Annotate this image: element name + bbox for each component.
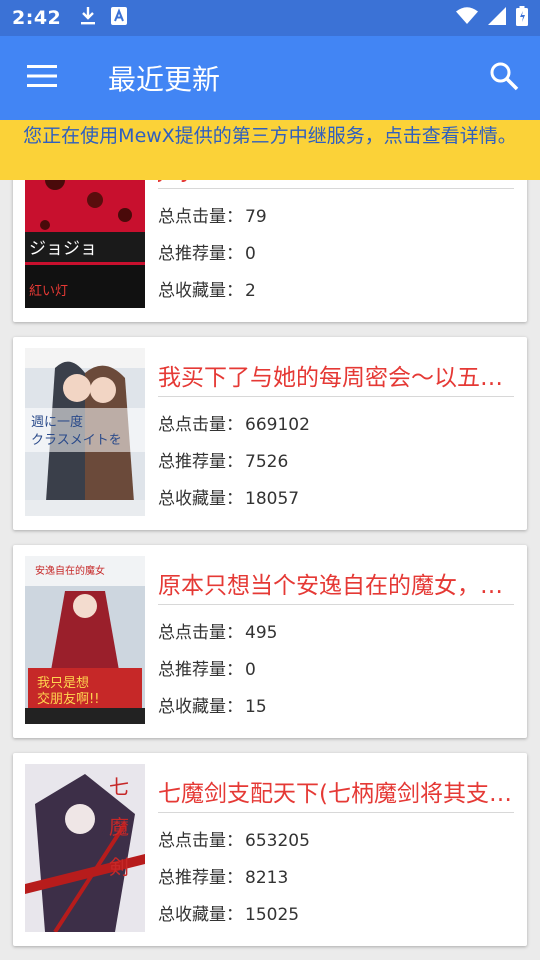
book-cover: 安逸自在的魔女 我只是想 交朋友啊!! <box>25 556 145 724</box>
favorite-count-label: 总收藏量： <box>158 489 243 509</box>
recommend-count: 总推荐量： 0 <box>158 239 256 264</box>
book-list[interactable]: ジョジョ 紅い灯 JOJO奇妙冒险 第五部 黄金之风 恶徒之歌 总点击量：79 … <box>0 120 540 960</box>
favorite-count-value: 15025 <box>245 905 300 925</box>
menu-icon <box>27 65 57 91</box>
recommend-count-label: 总推荐量： <box>158 244 243 264</box>
favorite-count: 总收藏量： 15025 <box>158 900 299 925</box>
book-card[interactable]: 週に一度 クラスメイトを 我买下了与她的每周密会～以五千日元为代价 总点击量：6… <box>13 337 527 530</box>
click-count-value: 653205 <box>245 831 310 851</box>
recommend-count-value: 0 <box>245 244 256 264</box>
svg-text:交朋友啊!!: 交朋友啊!! <box>37 691 99 707</box>
book-title[interactable]: 我买下了与她的每周密会～以五千日元为代价 <box>158 361 514 397</box>
recommend-count: 总推荐量： 0 <box>158 655 256 680</box>
recommend-count-value: 8213 <box>245 868 289 888</box>
book-title[interactable]: 原本只想当个安逸自在的魔女，结果却成了最强 <box>158 569 514 605</box>
click-count-value: 495 <box>245 623 278 643</box>
favorite-count: 总收藏量： 18057 <box>158 484 299 509</box>
recommend-count-label: 总推荐量： <box>158 452 243 472</box>
download-icon <box>79 6 97 30</box>
click-count-label: 总点击量： <box>158 415 243 435</box>
status-time: 2:42 <box>12 7 62 29</box>
favorite-count-label: 总收藏量： <box>158 697 243 717</box>
book-card[interactable]: 七 魔 剣 七魔剑支配天下(七柄魔剑将其支配) 总点击量： 653205 总推荐量… <box>13 753 527 946</box>
svg-text:我只是想: 我只是想 <box>37 675 89 691</box>
book-card[interactable]: 安逸自在的魔女 我只是想 交朋友啊!! 原本只想当个安逸自在的魔女，结果却成了最… <box>13 545 527 738</box>
click-count: 总点击量： 669102 <box>158 410 310 435</box>
book-title[interactable]: 七魔剑支配天下(七柄魔剑将其支配) <box>158 777 514 813</box>
favorite-count-value: 18057 <box>245 489 300 509</box>
click-count: 总点击量： 79 <box>158 202 267 227</box>
recommend-count-label: 总推荐量： <box>158 868 243 888</box>
favorite-count-label: 总收藏量： <box>158 905 243 925</box>
status-bar: 2:42 <box>0 0 540 36</box>
signal-icon <box>488 7 506 29</box>
wifi-icon <box>456 7 478 29</box>
svg-text:剣: 剣 <box>109 855 129 879</box>
favorite-count: 总收藏量： 15 <box>158 692 267 717</box>
click-count: 总点击量： 495 <box>158 618 277 643</box>
svg-text:七: 七 <box>109 775 129 799</box>
svg-text:週に一度: 週に一度 <box>31 414 83 430</box>
click-count-value: 669102 <box>245 415 310 435</box>
app-bar: 最近更新 <box>0 36 540 120</box>
favorite-count-value: 2 <box>245 281 256 301</box>
favorite-count-value: 15 <box>245 697 267 717</box>
book-cover: 週に一度 クラスメイトを <box>25 348 145 516</box>
favorite-count: 总收藏量： 2 <box>158 276 256 301</box>
click-count-label: 总点击量： <box>158 207 243 227</box>
recommend-count-label: 总推荐量： <box>158 660 243 680</box>
book-cover: 七 魔 剣 <box>25 764 145 932</box>
menu-button[interactable] <box>0 36 84 120</box>
search-button[interactable] <box>468 36 540 120</box>
recommend-count: 总推荐量： 8213 <box>158 863 288 888</box>
sim-card-icon <box>111 7 128 29</box>
svg-text:魔: 魔 <box>109 815 129 839</box>
search-icon <box>489 61 519 95</box>
click-count-label: 总点击量： <box>158 831 243 851</box>
recommend-count-value: 7526 <box>245 452 289 472</box>
click-count: 总点击量： 653205 <box>158 826 310 851</box>
svg-text:安逸自在的魔女: 安逸自在的魔女 <box>35 564 105 577</box>
click-count-label: 总点击量： <box>158 623 243 643</box>
battery-icon <box>516 6 528 30</box>
page-title: 最近更新 <box>108 63 221 96</box>
click-count-value: 79 <box>245 207 267 227</box>
relay-notice-banner[interactable]: 您正在使用MewX提供的第三方中继服务，点击查看详情。 <box>0 120 540 180</box>
recommend-count: 总推荐量： 7526 <box>158 447 288 472</box>
recommend-count-value: 0 <box>245 660 256 680</box>
favorite-count-label: 总收藏量： <box>158 281 243 301</box>
svg-text:紅い灯: 紅い灯 <box>29 284 68 299</box>
svg-text:クラスメイトを: クラスメイトを <box>31 433 122 448</box>
cover-text: ジョジョ <box>29 239 97 259</box>
